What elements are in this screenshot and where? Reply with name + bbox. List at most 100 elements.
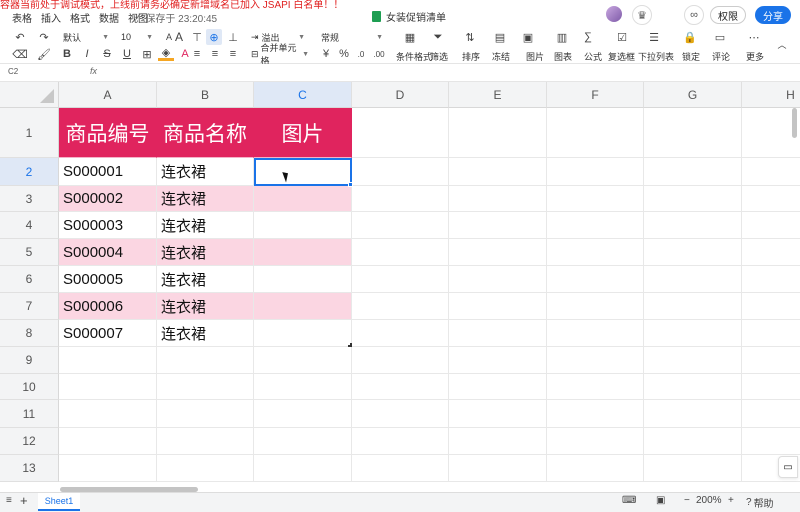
- cell-b12[interactable]: [157, 428, 254, 455]
- cell-b13[interactable]: [157, 455, 254, 482]
- permission-button[interactable]: 权限: [710, 6, 746, 24]
- add-sheet-icon[interactable]: +: [20, 493, 28, 508]
- cell-c9[interactable]: [254, 347, 352, 374]
- cell-h4[interactable]: [742, 212, 800, 239]
- dropdown-list-label[interactable]: 下拉列表: [638, 50, 674, 63]
- chart-label[interactable]: 图表: [554, 50, 572, 63]
- cell-f11[interactable]: [547, 400, 644, 428]
- cell-e8[interactable]: [449, 320, 547, 347]
- sort-label[interactable]: 排序: [462, 50, 480, 63]
- more-icon[interactable]: ⋯: [746, 30, 762, 44]
- cell-d13[interactable]: [352, 455, 449, 482]
- cell-b9[interactable]: [157, 347, 254, 374]
- cell-b3[interactable]: 连衣裙: [157, 186, 254, 212]
- bold-icon[interactable]: B: [60, 47, 74, 61]
- lock-label[interactable]: 锁定: [682, 50, 700, 63]
- cell-e2[interactable]: [449, 158, 547, 186]
- cell-c3[interactable]: [254, 186, 352, 212]
- italic-icon[interactable]: I: [80, 47, 94, 61]
- menu-item-insert[interactable]: 插入: [41, 10, 61, 25]
- dropdown-list-icon[interactable]: ☰: [646, 30, 662, 44]
- cell-b6[interactable]: 连衣裙: [157, 266, 254, 293]
- cell-d10[interactable]: [352, 374, 449, 400]
- cell-f7[interactable]: [547, 293, 644, 320]
- cell-e3[interactable]: [449, 186, 547, 212]
- cell-g8[interactable]: [644, 320, 742, 347]
- cell-g6[interactable]: [644, 266, 742, 293]
- cell-f6[interactable]: [547, 266, 644, 293]
- cell-a11[interactable]: [59, 400, 157, 428]
- align-center-icon[interactable]: ≡: [208, 47, 222, 61]
- feedback-icon[interactable]: ▭: [778, 456, 798, 478]
- filter-icon[interactable]: ⏷: [430, 30, 446, 44]
- align-bottom-icon[interactable]: ⊥: [226, 30, 240, 44]
- menu-item-format[interactable]: 格式: [70, 10, 90, 25]
- decimal-decrease-button[interactable]: .00: [370, 47, 388, 61]
- cell-d11[interactable]: [352, 400, 449, 428]
- align-right-icon[interactable]: ≡: [226, 47, 240, 61]
- formula-label[interactable]: 公式: [584, 50, 602, 63]
- sort-icon[interactable]: ⇅: [462, 30, 478, 44]
- cell-c7[interactable]: [254, 293, 352, 320]
- fill-color-icon[interactable]: ◈: [158, 47, 174, 61]
- cell-f12[interactable]: [547, 428, 644, 455]
- name-box[interactable]: C2: [8, 67, 18, 76]
- link-icon[interactable]: ∞: [684, 5, 704, 25]
- menu-item-table[interactable]: 表格: [12, 10, 32, 25]
- menu-item-data[interactable]: 数据: [99, 10, 119, 25]
- cell-h9[interactable]: [742, 347, 800, 374]
- cell-b5[interactable]: 连衣裙: [157, 239, 254, 266]
- cell-h5[interactable]: [742, 239, 800, 266]
- undo-icon[interactable]: ↶: [12, 30, 28, 44]
- align-middle-icon[interactable]: ⊕: [206, 29, 222, 45]
- border-icon[interactable]: ⊞: [138, 47, 156, 61]
- font-increase-icon[interactable]: A: [172, 30, 186, 44]
- lock-icon[interactable]: 🔒: [682, 30, 698, 44]
- cell-b10[interactable]: [157, 374, 254, 400]
- column-header-g[interactable]: G: [644, 82, 742, 108]
- font-size-select[interactable]: 10 ▼: [118, 30, 156, 44]
- align-left-icon[interactable]: ≡: [190, 47, 204, 61]
- merge-cells-select[interactable]: ⊟ 合并单元格 ▼: [248, 43, 312, 66]
- column-header-c[interactable]: C: [254, 82, 352, 108]
- trophy-icon[interactable]: ♛: [632, 5, 652, 25]
- image-label[interactable]: 图片: [526, 50, 544, 63]
- eraser-icon[interactable]: ⌫: [12, 47, 28, 61]
- cell-b8[interactable]: 连衣裙: [157, 320, 254, 347]
- cell-f4[interactable]: [547, 212, 644, 239]
- row-header-1[interactable]: 1: [0, 108, 59, 158]
- row-header-7[interactable]: 7: [0, 293, 59, 320]
- cell-f13[interactable]: [547, 455, 644, 482]
- avatar[interactable]: [606, 6, 622, 22]
- cell-e6[interactable]: [449, 266, 547, 293]
- align-top-icon[interactable]: ⊤: [190, 30, 204, 44]
- cell-g13[interactable]: [644, 455, 742, 482]
- conditional-format-icon[interactable]: ▦: [402, 30, 418, 44]
- cell-a9[interactable]: [59, 347, 157, 374]
- formula-icon[interactable]: ∑: [580, 30, 596, 44]
- cell-g7[interactable]: [644, 293, 742, 320]
- cell-c8[interactable]: [254, 320, 352, 347]
- cell-g3[interactable]: [644, 186, 742, 212]
- column-header-h[interactable]: H: [742, 82, 800, 108]
- cell-f5[interactable]: [547, 239, 644, 266]
- fill-handle[interactable]: [348, 182, 353, 187]
- layout-icon[interactable]: ▣: [656, 495, 665, 506]
- row-header-8[interactable]: 8: [0, 320, 59, 347]
- row-header-3[interactable]: 3: [0, 186, 59, 212]
- cell-a6[interactable]: S000005: [59, 266, 157, 293]
- cell-g11[interactable]: [644, 400, 742, 428]
- cell-g2[interactable]: [644, 158, 742, 186]
- row-header-13[interactable]: 13: [0, 455, 59, 482]
- column-header-e[interactable]: E: [449, 82, 547, 108]
- help-button[interactable]: ? 帮助: [746, 495, 774, 510]
- cell-d2[interactable]: [352, 158, 449, 186]
- cell-d3[interactable]: [352, 186, 449, 212]
- cell-a4[interactable]: S000003: [59, 212, 157, 239]
- cell-b7[interactable]: 连衣裙: [157, 293, 254, 320]
- cell-e12[interactable]: [449, 428, 547, 455]
- cell-f9[interactable]: [547, 347, 644, 374]
- row-header-4[interactable]: 4: [0, 212, 59, 239]
- cell-g9[interactable]: [644, 347, 742, 374]
- zoom-in-icon[interactable]: +: [728, 495, 734, 506]
